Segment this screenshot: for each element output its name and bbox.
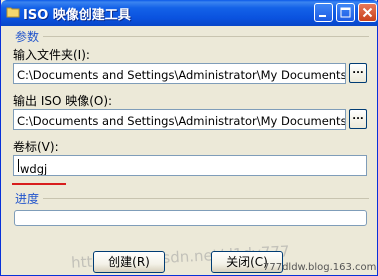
input-folder-label: 输入文件夹(I): <box>13 48 90 62</box>
close-button-label: 关闭(C) <box>226 255 268 269</box>
params-group-divider <box>43 36 369 37</box>
red-underline <box>12 183 66 185</box>
volume-value: wdgj <box>17 159 47 175</box>
progress-group-title: 进度 <box>15 192 40 206</box>
browse-input-folder-button[interactable]: ... <box>349 63 367 83</box>
ellipsis-icon: ... <box>352 111 364 122</box>
volume-label: 卷标(V): <box>13 140 59 154</box>
maximize-button[interactable] <box>336 3 355 22</box>
browse-output-iso-button[interactable]: ... <box>349 109 367 129</box>
create-button[interactable]: 创建(R) <box>93 251 165 273</box>
close-window-button[interactable] <box>358 3 377 22</box>
progress-group-divider <box>43 198 369 199</box>
output-iso-value: C:\Documents and Settings\Administrator\… <box>17 114 346 128</box>
input-folder-value: C:\Documents and Settings\Administrator\… <box>17 68 346 82</box>
ellipsis-icon: ... <box>352 65 364 76</box>
iso-tool-window: ISO 映像创建工具 参数 输入文件夹(I): C:\Documents and… <box>0 0 378 276</box>
input-folder-field[interactable]: C:\Documents and Settings\Administrator\… <box>13 63 346 84</box>
window-title: ISO 映像创建工具 <box>23 8 131 23</box>
output-iso-label: 输出 ISO 映像(O): <box>13 94 113 108</box>
create-button-label: 创建(R) <box>108 255 150 269</box>
close-icon <box>362 7 373 18</box>
folder-icon <box>6 7 20 18</box>
params-group-title: 参数 <box>15 30 40 44</box>
maximize-icon <box>340 7 351 18</box>
volume-field[interactable]: wdgj <box>13 155 367 176</box>
watermark-text-2: 777dldw.blog.163.com <box>263 262 377 273</box>
minimize-icon <box>319 15 326 17</box>
minimize-button[interactable] <box>314 3 333 22</box>
progress-bar <box>14 210 367 226</box>
output-iso-field[interactable]: C:\Documents and Settings\Administrator\… <box>13 109 346 130</box>
title-bar[interactable]: ISO 映像创建工具 <box>1 0 378 26</box>
